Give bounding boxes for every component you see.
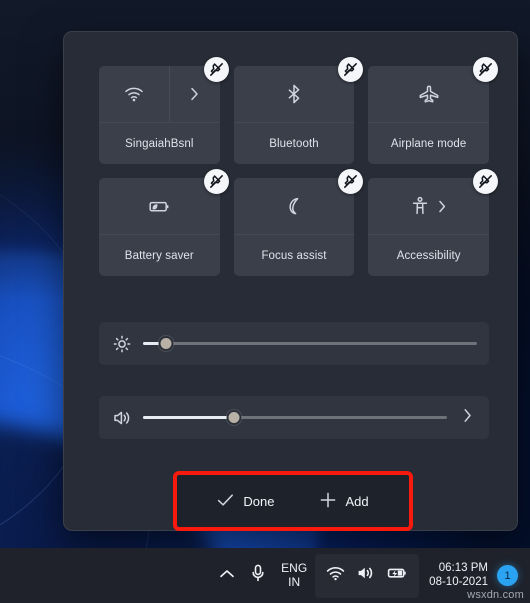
quick-settings-footer: Done Add bbox=[177, 475, 409, 527]
battery-saver-icon bbox=[147, 198, 171, 214]
quick-tile-label: SingaiahBsnl bbox=[125, 137, 194, 150]
clock-button[interactable]: 06:13 PM 08-10-2021 bbox=[419, 562, 495, 590]
brightness-track bbox=[143, 342, 477, 345]
quick-tile-bluetooth[interactable]: Bluetooth bbox=[233, 57, 364, 164]
add-button[interactable]: Add bbox=[314, 488, 374, 515]
brightness-thumb[interactable] bbox=[158, 336, 174, 351]
language-secondary: IN bbox=[288, 574, 301, 589]
brightness-slider-row bbox=[99, 322, 489, 365]
quick-tile-battery-saver[interactable]: Battery saver bbox=[99, 169, 229, 276]
wifi-icon bbox=[326, 566, 345, 586]
airplane-icon bbox=[418, 84, 440, 104]
unpin-icon[interactable] bbox=[472, 169, 498, 194]
unpin-icon[interactable] bbox=[203, 57, 229, 82]
chevron-up-icon bbox=[219, 567, 235, 585]
volume-thumb[interactable] bbox=[226, 410, 242, 425]
bluetooth-toggle-button[interactable] bbox=[234, 66, 355, 122]
chevron-right-icon[interactable] bbox=[438, 200, 446, 213]
quick-tile-airplane-top bbox=[368, 66, 489, 123]
accessibility-icon bbox=[411, 196, 429, 216]
clock-time: 06:13 PM bbox=[438, 561, 488, 574]
unpin-icon[interactable] bbox=[472, 57, 498, 82]
clock-date: 08-10-2021 bbox=[429, 575, 488, 588]
volume-icon bbox=[111, 409, 133, 427]
unpin-icon[interactable] bbox=[203, 169, 229, 194]
language-indicator: ENG IN bbox=[281, 561, 308, 589]
system-tray-button[interactable] bbox=[315, 553, 420, 598]
bluetooth-icon bbox=[287, 84, 301, 104]
done-button[interactable]: Done bbox=[211, 489, 280, 514]
language-primary: ENG bbox=[281, 561, 308, 576]
quick-tile-accessibility[interactable]: Accessibility bbox=[368, 169, 498, 276]
quick-tile-focus-assist[interactable]: Focus assist bbox=[233, 169, 364, 276]
volume-slider[interactable] bbox=[143, 409, 447, 427]
volume-icon bbox=[356, 565, 375, 586]
volume-slider-row bbox=[99, 396, 489, 439]
airplane-toggle-button[interactable] bbox=[368, 66, 489, 122]
unpin-icon[interactable] bbox=[338, 57, 364, 82]
chevron-right-icon bbox=[463, 408, 472, 428]
focus-assist-toggle-button[interactable] bbox=[234, 178, 355, 234]
done-button-label: Done bbox=[243, 493, 275, 509]
quick-tile-focus-assist-top bbox=[233, 178, 355, 235]
plus-icon bbox=[320, 492, 336, 511]
quick-tile-wifi-top bbox=[99, 66, 220, 123]
desktop: SingaiahBsnl Bluetooth Airplane mode Bat… bbox=[0, 0, 530, 603]
battery-charging-icon bbox=[386, 566, 408, 585]
wifi-icon bbox=[124, 86, 144, 102]
unpin-icon[interactable] bbox=[338, 169, 364, 194]
microphone-icon bbox=[251, 564, 265, 587]
brightness-icon bbox=[111, 335, 133, 353]
show-hidden-icons-button[interactable] bbox=[211, 554, 243, 598]
check-icon bbox=[217, 493, 234, 510]
quick-tile-label: Bluetooth bbox=[269, 137, 319, 150]
quick-tile-accessibility-top bbox=[368, 178, 489, 235]
add-button-label: Add bbox=[345, 493, 369, 509]
moon-icon bbox=[285, 196, 303, 216]
quick-tile-label: Accessibility bbox=[396, 249, 461, 262]
microphone-button[interactable] bbox=[243, 554, 273, 598]
taskbar: ENG IN 06:13 PM 08-10-2021 1 bbox=[0, 548, 530, 603]
volume-more-button[interactable] bbox=[457, 408, 477, 428]
watermark: wsxdn.com bbox=[467, 589, 524, 601]
volume-track-fill bbox=[143, 416, 235, 419]
wifi-toggle-button[interactable] bbox=[99, 66, 169, 122]
brightness-slider[interactable] bbox=[143, 335, 477, 353]
quick-tile-label: Focus assist bbox=[261, 249, 327, 262]
chevron-right-icon bbox=[190, 87, 199, 101]
quick-settings-panel: SingaiahBsnl Bluetooth Airplane mode Bat… bbox=[63, 31, 518, 531]
quick-tile-label: Airplane mode bbox=[390, 137, 467, 150]
battery-saver-toggle-button[interactable] bbox=[99, 178, 220, 234]
quick-tile-wifi[interactable]: SingaiahBsnl bbox=[99, 57, 229, 164]
quick-tile-airplane-mode[interactable]: Airplane mode bbox=[368, 57, 498, 164]
language-indicator-button[interactable]: ENG IN bbox=[273, 554, 315, 598]
quick-tile-label: Battery saver bbox=[124, 249, 194, 262]
quick-settings-tile-grid: SingaiahBsnl Bluetooth Airplane mode Bat… bbox=[99, 57, 498, 276]
quick-tile-bluetooth-top bbox=[233, 66, 355, 123]
notification-badge[interactable]: 1 bbox=[497, 565, 518, 586]
quick-tile-battery-saver-top bbox=[99, 178, 220, 235]
